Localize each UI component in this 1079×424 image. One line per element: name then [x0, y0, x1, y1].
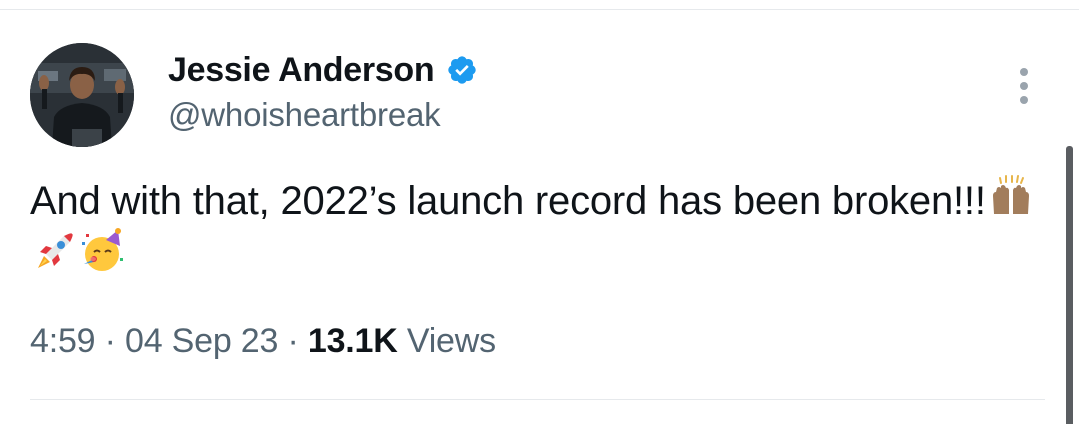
more-options-icon [1020, 68, 1028, 76]
author-display-name[interactable]: Jessie Anderson [168, 51, 435, 90]
tweet-meta: 4:59 · 04 Sep 23 · 13.1K Views [30, 322, 496, 361]
tweet-text: And with that, 2022’s launch record has … [30, 174, 1040, 282]
tweet-time[interactable]: 4:59 [30, 322, 96, 360]
bottom-divider [30, 399, 1045, 400]
raising-hands-icon [988, 174, 1034, 220]
more-dot [1020, 96, 1028, 104]
tweet-body: And with that, 2022’s launch record has … [30, 179, 986, 223]
top-divider [0, 9, 1079, 10]
profile-photo-icon [30, 43, 134, 147]
avatar[interactable] [30, 43, 134, 147]
tweet-card: Jessie Anderson @whoisheartbreak And wit… [0, 0, 1079, 424]
views-count[interactable]: 13.1K [308, 322, 398, 360]
name-row: Jessie Anderson [168, 48, 478, 92]
tweet-header: Jessie Anderson @whoisheartbreak [168, 48, 478, 134]
verified-badge-icon[interactable] [446, 54, 478, 86]
meta-separator: · [104, 322, 116, 360]
partying-face-icon [80, 228, 126, 274]
more-dot [1020, 82, 1028, 90]
scrollbar[interactable] [1066, 146, 1073, 424]
views-label: Views [406, 322, 496, 360]
rocket-icon [32, 228, 78, 274]
tweet-date[interactable]: 04 Sep 23 [125, 322, 278, 360]
more-options-button[interactable] [1010, 66, 1038, 106]
meta-separator: · [287, 322, 299, 360]
author-handle[interactable]: @whoisheartbreak [168, 96, 478, 134]
